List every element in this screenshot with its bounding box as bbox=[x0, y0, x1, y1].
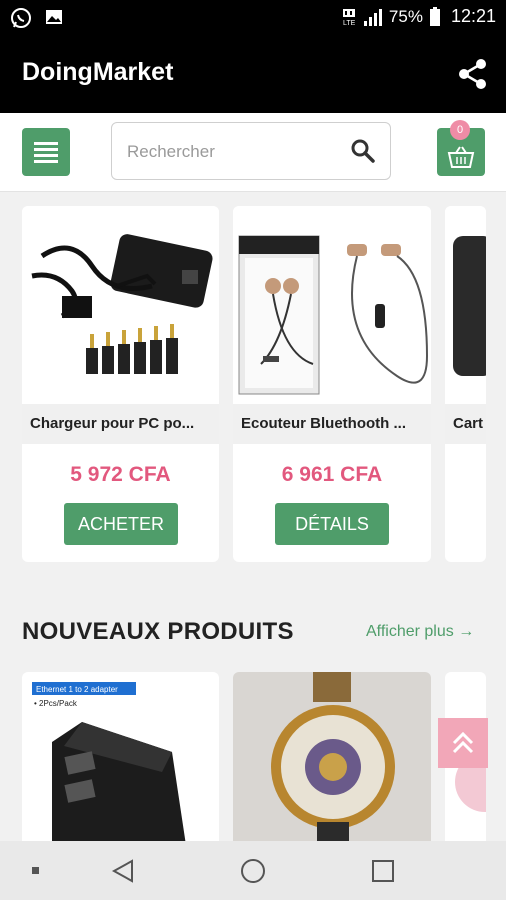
product-name: Chargeur pour PC po... bbox=[22, 404, 219, 444]
lte-icon: LTE bbox=[342, 8, 356, 27]
product-image-charger bbox=[22, 206, 219, 404]
product-image-partial bbox=[445, 206, 486, 404]
recents-icon[interactable] bbox=[371, 859, 395, 883]
signal-icon bbox=[363, 8, 382, 26]
svg-text:• 2Pcs/Pack: • 2Pcs/Pack bbox=[34, 699, 78, 708]
menu-icon-line bbox=[34, 160, 58, 163]
double-chevron-up-icon bbox=[452, 731, 474, 754]
search-icon[interactable] bbox=[350, 138, 376, 164]
gold-watch-image bbox=[271, 672, 395, 852]
scroll-to-top-button[interactable] bbox=[438, 718, 488, 768]
product-card[interactable]: Cart bbox=[445, 206, 486, 562]
charger-image bbox=[31, 234, 213, 374]
home-icon[interactable] bbox=[240, 858, 266, 884]
cart-button[interactable]: 0 bbox=[437, 120, 485, 176]
cart-count-badge: 0 bbox=[450, 120, 470, 140]
product-image-earphones bbox=[233, 206, 431, 404]
product-card[interactable]: Chargeur pour PC po... 5 972 CFA ACHETER bbox=[22, 206, 219, 562]
menu-icon-line bbox=[34, 148, 58, 151]
svg-text:Ethernet 1 to 2 adapter: Ethernet 1 to 2 adapter bbox=[36, 685, 118, 694]
see-more-link[interactable]: Afficher plus → bbox=[366, 623, 474, 641]
new-product-card[interactable] bbox=[233, 672, 431, 852]
product-price: 5 972 CFA bbox=[70, 463, 171, 486]
toolbar: Rechercher 0 bbox=[0, 113, 506, 192]
buy-button[interactable]: ACHETER bbox=[64, 503, 178, 545]
details-button[interactable]: DÉTAILS bbox=[275, 503, 389, 545]
product-name: Ecouteur Bluethooth ... bbox=[233, 404, 431, 444]
nav-dot-icon bbox=[32, 867, 39, 874]
back-icon[interactable] bbox=[110, 858, 136, 884]
system-nav-bar bbox=[0, 841, 506, 900]
menu-icon-line bbox=[34, 154, 58, 157]
new-product-card[interactable]: Ethernet 1 to 2 adapter • 2Pcs/Pack bbox=[22, 672, 219, 852]
gallery-icon bbox=[46, 10, 62, 24]
menu-icon-line bbox=[34, 142, 58, 145]
battery-percent: 75% bbox=[388, 6, 423, 26]
product-card[interactable]: Ecouteur Bluethooth ... 6 961 CFA DÉTAIL… bbox=[233, 206, 431, 562]
search-input[interactable]: Rechercher bbox=[111, 122, 391, 180]
ethernet-adapter-image: Ethernet 1 to 2 adapter • 2Pcs/Pack bbox=[32, 682, 187, 852]
clock: 12:21 bbox=[450, 6, 496, 26]
menu-button[interactable] bbox=[22, 128, 70, 176]
status-bar: LTE 75% 12:21 bbox=[0, 0, 506, 36]
product-name: Cart bbox=[445, 404, 486, 444]
product-price: 6 961 CFA bbox=[281, 463, 383, 486]
whatsapp-icon bbox=[11, 8, 31, 28]
partial-product-image bbox=[453, 236, 486, 376]
app-bar: DoingMarket bbox=[0, 36, 506, 113]
app-title: DoingMarket bbox=[22, 58, 174, 86]
share-icon[interactable] bbox=[458, 58, 488, 90]
search-placeholder: Rechercher bbox=[127, 142, 215, 161]
earphones-image bbox=[238, 235, 429, 395]
svg-text:LTE: LTE bbox=[343, 20, 356, 27]
section-title: NOUVEAUX PRODUITS bbox=[22, 618, 294, 645]
basket-icon bbox=[447, 146, 475, 168]
battery-icon bbox=[429, 6, 440, 26]
